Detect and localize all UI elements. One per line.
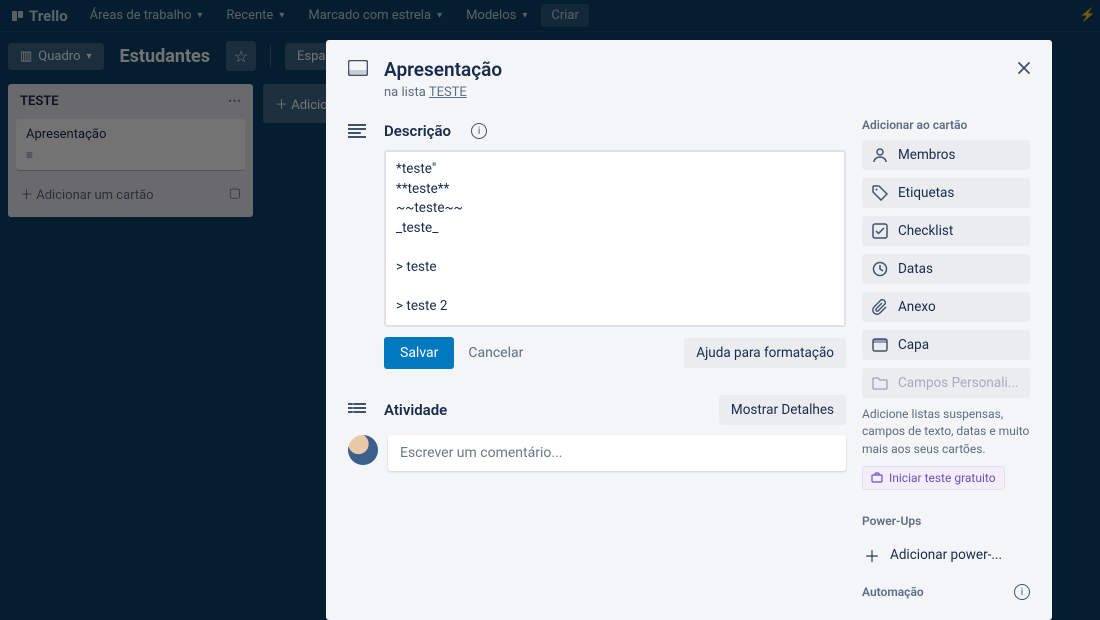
description-editor[interactable]: *teste" **teste** ~~teste~~ _teste_ > te… — [384, 150, 846, 327]
checklist-icon — [872, 223, 888, 239]
card-modal: Apresentação na lista TESTE Descrição i … — [326, 40, 1052, 620]
card-list-location: na lista TESTE — [384, 85, 846, 100]
save-button[interactable]: Salvar — [384, 337, 454, 369]
custom-fields-note: Adicione listas suspensas, campos de tex… — [862, 406, 1030, 458]
close-modal-button[interactable] — [1010, 54, 1038, 82]
briefcase-icon — [871, 472, 883, 484]
card-header-icon — [348, 58, 370, 76]
activity-label: Atividade — [384, 401, 447, 419]
clock-icon — [872, 261, 888, 277]
custom-fields-button[interactable]: Campos Personali... — [862, 368, 1030, 398]
description-icon — [348, 124, 370, 138]
avatar[interactable] — [348, 435, 378, 465]
add-powerup-button[interactable]: ＋ Adicionar power-... — [862, 536, 1030, 574]
labels-button[interactable]: Etiquetas — [862, 178, 1030, 208]
sidebar-section-powerups: Power-Ups — [862, 514, 1030, 528]
paperclip-icon — [872, 299, 888, 315]
info-icon[interactable]: i — [471, 123, 487, 139]
attachment-button[interactable]: Anexo — [862, 292, 1030, 322]
sidebar-section-automation: Automação — [862, 585, 924, 599]
card-title[interactable]: Apresentação — [384, 58, 502, 81]
list-link[interactable]: TESTE — [429, 85, 467, 100]
info-icon[interactable]: i — [1014, 584, 1030, 600]
show-details-button[interactable]: Mostrar Detalhes — [719, 395, 846, 425]
card-sidebar: Adicionar ao cartão Membros Etiquetas Ch… — [862, 58, 1030, 620]
sidebar-section-add: Adicionar ao cartão — [862, 118, 1030, 132]
cover-icon — [872, 337, 888, 353]
description-label: Descrição — [384, 122, 451, 140]
cover-button[interactable]: Capa — [862, 330, 1030, 360]
dates-button[interactable]: Datas — [862, 254, 1030, 284]
comment-input[interactable]: Escrever um comentário... — [388, 435, 846, 471]
person-icon — [872, 147, 888, 163]
checklist-button[interactable]: Checklist — [862, 216, 1030, 246]
plus-icon: ＋ — [864, 543, 880, 567]
start-trial-button[interactable]: Iniciar teste gratuito — [862, 466, 1005, 490]
cancel-button[interactable]: Cancelar — [468, 345, 523, 361]
tag-icon — [872, 185, 888, 201]
formatting-help-button[interactable]: Ajuda para formatação — [684, 338, 846, 368]
activity-icon — [348, 403, 370, 417]
members-button[interactable]: Membros — [862, 140, 1030, 170]
folder-icon — [872, 375, 888, 391]
close-icon — [1016, 60, 1032, 76]
